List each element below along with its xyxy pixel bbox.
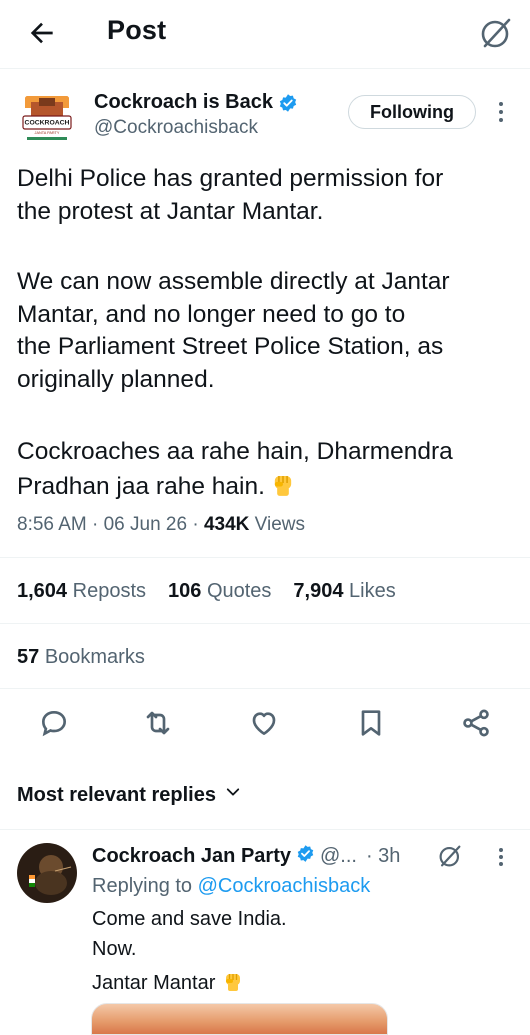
replies-sort-label: Most relevant replies	[17, 783, 216, 806]
divider	[0, 557, 530, 558]
header-divider	[0, 68, 530, 69]
views-label: Views	[254, 514, 306, 535]
replies-sort-dropdown[interactable]: Most relevant replies	[17, 783, 242, 807]
views-count: 434K	[203, 514, 250, 535]
reply-text-line: Jantar Mantar	[92, 968, 245, 998]
replying-prefix: Replying to	[92, 875, 193, 897]
post-date[interactable]: 06 Jun 26	[104, 514, 187, 535]
author-name-text: Cockroach is Back	[94, 91, 273, 113]
heart-icon[interactable]	[248, 707, 280, 739]
avatar[interactable]: COCKROACH JANTA PARTY	[17, 88, 77, 148]
likes-stat[interactable]: 7,904 Likes	[293, 580, 395, 603]
post-meta: 8:56 AM · 06 Jun 26 · 434K Views	[17, 514, 306, 535]
post-text-paragraph: Delhi Police has granted permission for …	[17, 165, 444, 225]
more-vertical-icon[interactable]	[495, 98, 507, 126]
page-title: Post	[107, 15, 167, 45]
share-icon[interactable]	[460, 707, 492, 739]
reply-author-handle[interactable]: @...	[320, 845, 357, 868]
svg-text:COCKROACH: COCKROACH	[25, 120, 70, 127]
post-text-paragraph: We can now assemble directly at Jantar M…	[17, 268, 450, 393]
verified-badge-icon	[296, 844, 315, 869]
reply-text-line: Now.	[92, 938, 137, 960]
following-button[interactable]: Following	[348, 95, 476, 129]
bookmarks-stat[interactable]: 57 Bookmarks	[17, 646, 145, 669]
repost-icon[interactable]	[142, 707, 174, 739]
post-time[interactable]: 8:56 AM	[17, 514, 87, 535]
reply-time[interactable]: · 3h	[366, 845, 400, 868]
grok-icon[interactable]	[437, 843, 463, 869]
reply-header: Cockroach Jan Party @... · 3h	[92, 844, 400, 869]
reply-author-name[interactable]: Cockroach Jan Party	[92, 845, 291, 868]
bookmark-icon[interactable]	[355, 707, 387, 739]
author-name[interactable]: Cockroach is Back	[94, 91, 298, 114]
post-stats: 1,604 Reposts 106 Quotes 7,904 Likes	[17, 580, 396, 603]
raised-fist-emoji-icon	[269, 469, 297, 507]
grok-icon[interactable]	[478, 15, 514, 51]
divider	[0, 688, 530, 689]
quotes-stat[interactable]: 106 Quotes	[168, 580, 271, 603]
mention-link[interactable]: @Cockroachisback	[198, 875, 371, 897]
reply-icon[interactable]	[38, 707, 70, 739]
top-bar: Post	[0, 0, 530, 68]
post-text-paragraph: Cockroaches aa rahe hain, Dharmendra Pra…	[17, 436, 522, 506]
svg-text:JANTA PARTY: JANTA PARTY	[35, 131, 60, 135]
more-vertical-icon[interactable]	[495, 845, 507, 871]
reposts-stat[interactable]: 1,604 Reposts	[17, 580, 146, 603]
verified-badge-icon	[278, 93, 298, 113]
arrow-left-icon[interactable]	[26, 17, 58, 49]
raised-fist-emoji-icon	[221, 968, 245, 998]
replying-to: Replying to @Cockroachisback	[92, 875, 370, 898]
reply-text-line: Come and save India.	[92, 908, 287, 930]
author-handle[interactable]: @Cockroachisback	[94, 117, 258, 139]
chevron-down-icon	[224, 783, 242, 807]
reply-media-image[interactable]	[91, 1003, 388, 1035]
divider	[0, 829, 530, 830]
reply-avatar[interactable]	[17, 843, 77, 903]
divider	[0, 623, 530, 624]
